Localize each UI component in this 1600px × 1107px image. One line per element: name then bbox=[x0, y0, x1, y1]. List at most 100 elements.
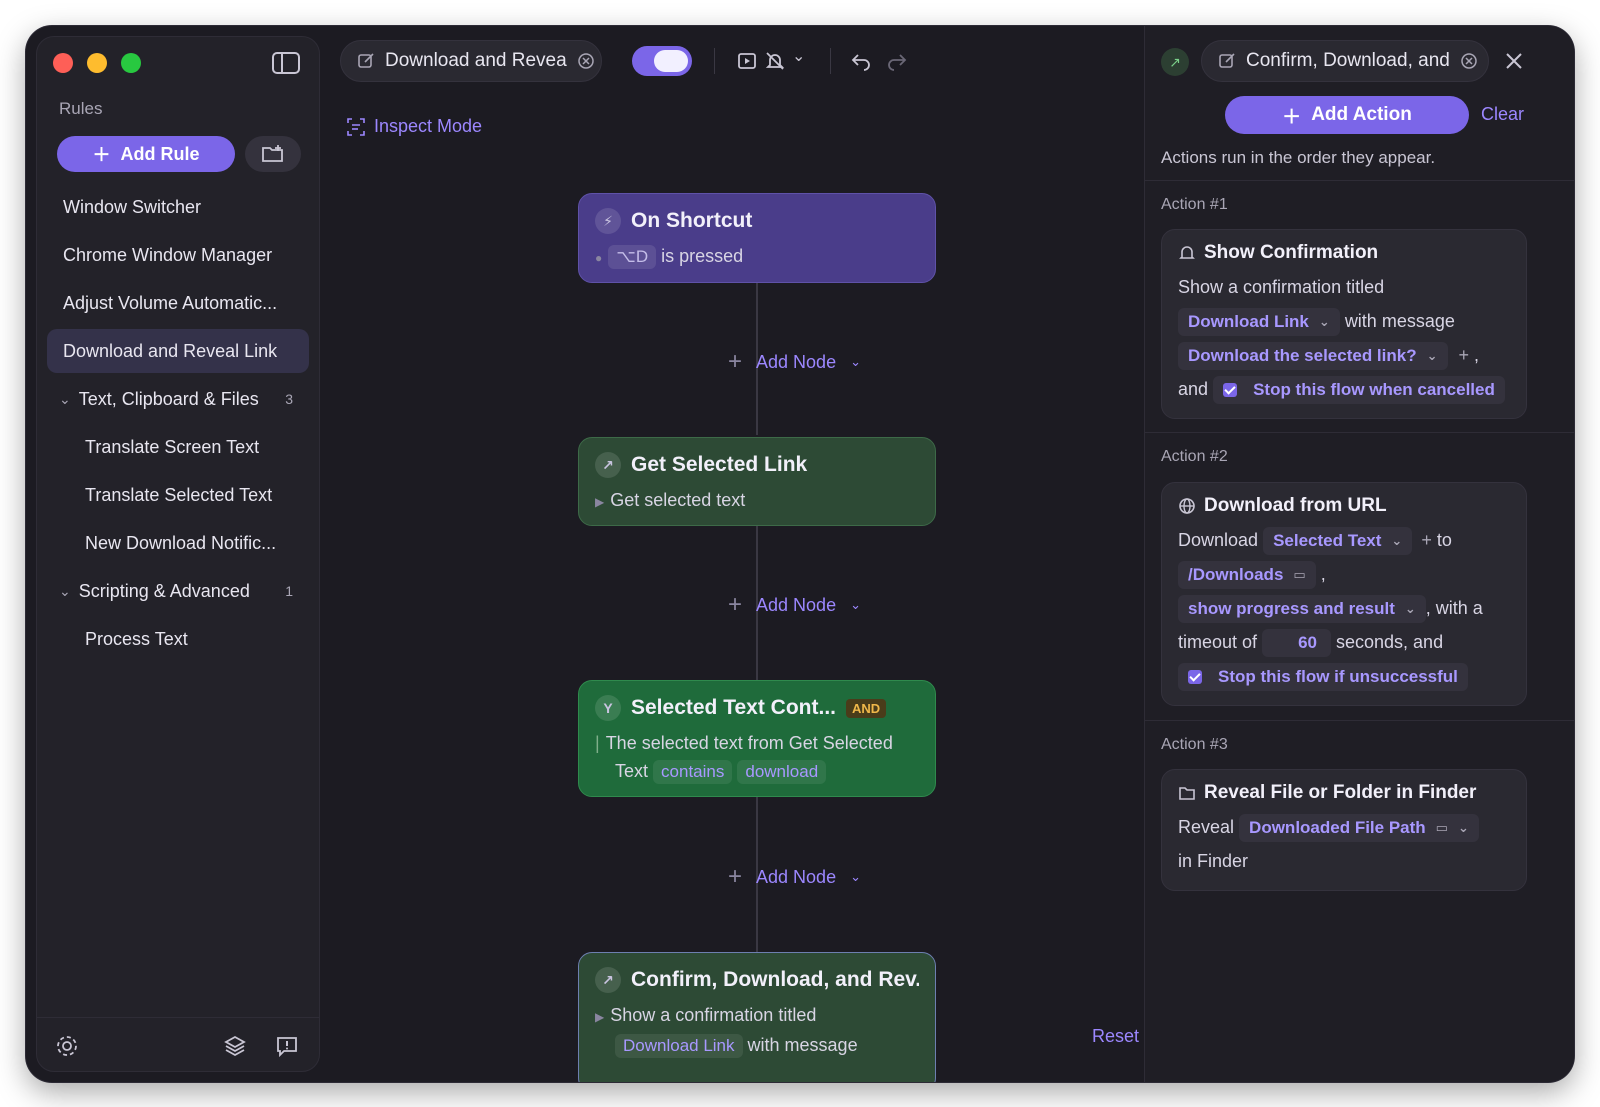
action-card-download-from-url: Download from URL Download Selected Text… bbox=[1161, 482, 1527, 706]
rule-item[interactable]: Translate Selected Text bbox=[47, 473, 309, 517]
node-text: is pressed bbox=[661, 246, 744, 266]
clear-circle-icon[interactable] bbox=[1460, 52, 1478, 70]
field-value: Download the selected link? bbox=[1188, 346, 1417, 366]
clear-button[interactable]: Clear bbox=[1481, 104, 1524, 125]
plus-icon[interactable]: + bbox=[1459, 345, 1470, 365]
rule-item[interactable]: Adjust Volume Automatic... bbox=[47, 281, 309, 325]
divider bbox=[1145, 720, 1574, 721]
node-text: Show a confirmation titled bbox=[610, 1005, 817, 1025]
layers-icon[interactable] bbox=[223, 1034, 247, 1058]
rule-item[interactable]: Chrome Window Manager bbox=[47, 233, 309, 277]
close-icon[interactable] bbox=[1503, 50, 1525, 72]
action-text: Show a confirmation titled bbox=[1178, 277, 1385, 297]
timeout-input[interactable]: 60 bbox=[1262, 629, 1331, 658]
field-value: Download Link bbox=[1188, 312, 1309, 332]
add-node-button[interactable]: + Add Node ⌄ bbox=[728, 348, 861, 376]
globe-icon bbox=[1179, 498, 1195, 514]
add-node-button[interactable]: + Add Node ⌄ bbox=[728, 591, 861, 619]
plus-icon: ＋ bbox=[1282, 106, 1302, 128]
rule-title-field[interactable]: Download and Revea bbox=[340, 40, 602, 82]
rules-heading: Rules bbox=[59, 99, 103, 118]
action-title: Download from URL bbox=[1204, 495, 1387, 516]
file-path-field[interactable]: Downloaded File Path ▭ ⌄ bbox=[1239, 814, 1479, 843]
arrow-up-right-icon: ↗ bbox=[1161, 48, 1189, 76]
progress-mode-select[interactable]: show progress and result ⌄ bbox=[1178, 595, 1426, 624]
stop-if-unsuccessful-checkbox[interactable]: Stop this flow if unsuccessful bbox=[1178, 663, 1468, 692]
actions-hint: Actions run in the order they appear. bbox=[1161, 148, 1436, 167]
window-controls bbox=[53, 53, 141, 73]
inspect-icon bbox=[347, 117, 365, 136]
rule-item-selected[interactable]: Download and Reveal Link bbox=[47, 329, 309, 373]
add-rule-label: Add Rule bbox=[120, 143, 200, 164]
rule-group-scripting-advanced[interactable]: ⌄ Scripting & Advanced 1 bbox=[47, 569, 309, 613]
trigger-node-on-shortcut[interactable]: ⚡ On Shortcut ● ⌥D is pressed bbox=[578, 193, 936, 283]
add-node-button[interactable]: + Add Node ⌄ bbox=[728, 863, 861, 891]
field-value: show progress and result bbox=[1188, 599, 1395, 619]
new-folder-button[interactable] bbox=[245, 136, 301, 172]
folder-icon: ▭ bbox=[1293, 567, 1306, 583]
action-text: seconds, and bbox=[1336, 632, 1444, 652]
rule-item[interactable]: New Download Notific... bbox=[47, 521, 309, 565]
arrow-up-right-icon: ↗ bbox=[595, 452, 621, 478]
minimize-window-button[interactable] bbox=[87, 53, 107, 73]
add-node-label: Add Node bbox=[756, 351, 837, 372]
node-text-2: with message bbox=[747, 1035, 858, 1055]
disclosure-icon: ▶ bbox=[595, 1010, 605, 1024]
checkbox-label: Stop this flow when cancelled bbox=[1253, 380, 1495, 400]
url-source-field[interactable]: Selected Text ⌄ bbox=[1263, 527, 1413, 556]
chevron-down-icon: ⌄ bbox=[1318, 314, 1330, 330]
reset-button[interactable]: Reset bbox=[1092, 1026, 1139, 1047]
add-node-label: Add Node bbox=[756, 866, 837, 887]
undo-icon[interactable] bbox=[850, 50, 872, 72]
rule-item[interactable]: Translate Screen Text bbox=[47, 425, 309, 469]
chevron-down-icon: ⌄ bbox=[1404, 601, 1416, 617]
rule-item[interactable]: Window Switcher bbox=[47, 185, 309, 229]
chevron-down-icon: ⌄ bbox=[850, 597, 861, 612]
chevron-down-icon: ⌄ bbox=[59, 390, 71, 407]
redo-icon[interactable] bbox=[886, 50, 908, 72]
divider bbox=[714, 48, 715, 74]
plus-icon[interactable]: + bbox=[1421, 530, 1432, 550]
divider bbox=[1145, 180, 1574, 181]
operator-pill[interactable]: contains bbox=[653, 760, 733, 784]
add-rule-button[interactable]: ＋ Add Rule bbox=[57, 136, 235, 172]
flow-canvas: Download and Revea ⌄ Inspect Mode ⚡ On S… bbox=[330, 26, 1142, 1082]
chevron-down-icon: ⌄ bbox=[850, 869, 861, 884]
rule-group-text-clipboard-files[interactable]: ⌄ Text, Clipboard & Files 3 bbox=[47, 377, 309, 421]
message-field[interactable]: Download the selected link? ⌄ bbox=[1178, 342, 1448, 371]
edit-icon bbox=[1219, 53, 1235, 68]
bell-slash-icon[interactable] bbox=[764, 50, 786, 72]
title-field[interactable]: Download Link ⌄ bbox=[1178, 308, 1340, 337]
action-text: to bbox=[1436, 530, 1452, 550]
group-count: 3 bbox=[285, 391, 293, 407]
run-icon[interactable] bbox=[736, 50, 758, 72]
checkbox-icon bbox=[1223, 383, 1238, 398]
rule-enabled-toggle[interactable] bbox=[632, 46, 692, 76]
sidebar-toggle-icon[interactable] bbox=[271, 51, 301, 75]
branch-icon: Y bbox=[595, 695, 621, 721]
value-pill[interactable]: download bbox=[737, 760, 827, 784]
action-node-confirm-download[interactable]: ↗ Confirm, Download, and Rev... ▶ Show a … bbox=[578, 952, 936, 1082]
inspect-mode-button[interactable]: Inspect Mode bbox=[346, 116, 482, 137]
stop-when-cancelled-checkbox[interactable]: Stop this flow when cancelled bbox=[1213, 376, 1505, 405]
sidebar-footer bbox=[37, 1017, 319, 1071]
node-text-2: Text bbox=[615, 761, 649, 781]
add-action-button[interactable]: ＋ Add Action bbox=[1225, 96, 1469, 134]
chevron-down-icon[interactable]: ⌄ bbox=[792, 46, 814, 68]
node-title-field[interactable]: Confirm, Download, and bbox=[1201, 40, 1489, 82]
field-value: Downloaded File Path bbox=[1249, 818, 1426, 838]
gear-icon[interactable] bbox=[55, 1034, 79, 1058]
action-node-get-selected-link[interactable]: ↗ Get Selected Link ▶ Get selected text bbox=[578, 437, 936, 526]
action-text: and bbox=[1178, 379, 1209, 399]
add-action-label: Add Action bbox=[1311, 104, 1412, 125]
condition-node-selected-text[interactable]: Y Selected Text Cont... AND | The selecte… bbox=[578, 680, 936, 797]
destination-folder-field[interactable]: /Downloads ▭ bbox=[1178, 561, 1316, 590]
feedback-icon[interactable] bbox=[275, 1034, 299, 1058]
zoom-window-button[interactable] bbox=[121, 53, 141, 73]
action-label: Action #1 bbox=[1161, 196, 1228, 213]
action-text: with message bbox=[1344, 311, 1455, 331]
rule-item[interactable]: Process Text bbox=[47, 617, 309, 661]
plus-icon: + bbox=[728, 591, 743, 618]
close-window-button[interactable] bbox=[53, 53, 73, 73]
clear-circle-icon[interactable] bbox=[577, 52, 595, 70]
